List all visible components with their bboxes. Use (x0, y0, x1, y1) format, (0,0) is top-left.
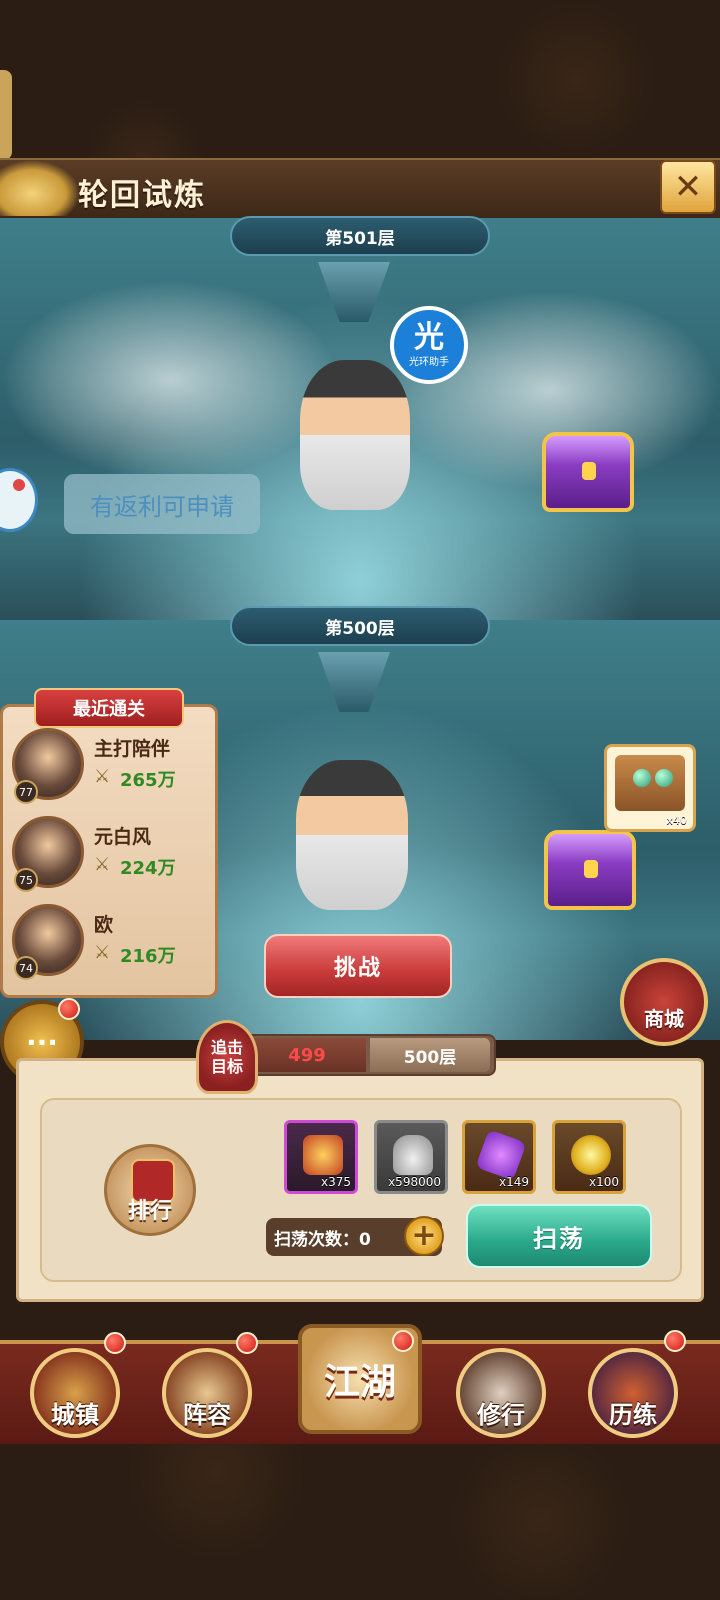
nav-trial-label: 历练 (609, 1401, 657, 1429)
crossed-swords-icon: ⚔ (94, 854, 111, 875)
challenge-button[interactable]: 挑战 (264, 934, 452, 998)
shop-button[interactable]: 商城 (620, 958, 708, 1046)
bead-icon (655, 769, 673, 787)
item-count: x375 (320, 1175, 351, 1189)
item-count: x598000 (388, 1175, 441, 1189)
enemy-500-character[interactable] (296, 760, 408, 910)
recent-player-row[interactable]: 77 主打陪伴 ⚔ 265万 (8, 722, 214, 806)
close-button[interactable]: ✕ (660, 160, 716, 214)
jade-beads-icon (615, 755, 685, 811)
item-count: x149 (498, 1175, 529, 1189)
reward-item-orb[interactable]: x100 (552, 1120, 626, 1194)
nav-practice[interactable]: 修行 (456, 1348, 546, 1438)
player-name: 元白风 (94, 826, 152, 848)
halo-glyph: 光 (414, 319, 444, 355)
player-level: 74 (14, 956, 38, 980)
nav-lineup-label: 阵容 (183, 1401, 231, 1429)
treasure-chest-501-icon[interactable] (542, 432, 634, 512)
player-power: 224万 (120, 858, 176, 879)
nav-trial[interactable]: 历练 (588, 1348, 678, 1438)
item-count: x100 (588, 1175, 619, 1189)
reward-count: x40 (666, 814, 687, 827)
player-power: 216万 (120, 946, 176, 967)
fog-left (0, 280, 340, 480)
nav-town[interactable]: 城镇 (30, 1348, 120, 1438)
notification-dot (392, 1330, 414, 1352)
rebate-tooltip[interactable]: 有返利可申请 (64, 474, 260, 534)
target-line2: 目标 (210, 1057, 243, 1076)
notification-dot (104, 1332, 126, 1354)
recent-player-row[interactable]: 75 元白风 ⚔ 224万 (8, 810, 214, 894)
ranking-label: 排行 (127, 1199, 172, 1224)
nav-jianghu-label: 江湖 (323, 1362, 396, 1403)
left-ornament (0, 70, 12, 160)
player-power: 265万 (120, 770, 176, 791)
notification-dot (236, 1332, 258, 1354)
ranking-button[interactable]: 排行 (104, 1144, 196, 1236)
bead-icon (633, 769, 651, 787)
target-line1: 追击 (210, 1038, 243, 1057)
player-name: 欧 (94, 914, 114, 936)
close-icon: ✕ (673, 167, 703, 207)
purple-crystal-icon (475, 1129, 527, 1181)
nav-practice-label: 修行 (477, 1401, 525, 1429)
target-floor: 500层 (370, 1038, 490, 1072)
treasure-chest-500-icon[interactable] (544, 830, 636, 910)
floor-500-banner: 第500层 (230, 606, 490, 646)
sweep-button[interactable]: 扫荡 (466, 1204, 652, 1268)
shop-label: 商城 (644, 1007, 684, 1031)
chase-target-badge[interactable]: 追击 目标 (196, 1020, 258, 1094)
player-level: 75 (14, 868, 38, 892)
token-icon (303, 1135, 343, 1175)
notification-dot (664, 1330, 686, 1352)
nav-lineup[interactable]: 阵容 (162, 1348, 252, 1438)
current-floor: 499 (248, 1038, 366, 1072)
reward-preview[interactable]: x40 (604, 744, 696, 832)
nav-town-label: 城镇 (51, 1401, 99, 1429)
cloud-ornament-icon (0, 160, 80, 216)
page-title: 轮回试炼 (78, 178, 206, 213)
chat-icon: ··· (26, 1025, 58, 1059)
enemy-501-character[interactable] (300, 360, 410, 510)
player-name: 主打陪伴 (94, 738, 171, 760)
recent-player-row[interactable]: 74 欧 ⚔ 216万 (8, 898, 214, 982)
crossed-swords-icon: ⚔ (94, 942, 111, 963)
reward-item-silver[interactable]: x598000 (374, 1120, 448, 1194)
crossed-swords-icon: ⚔ (94, 766, 111, 787)
player-level: 77 (14, 780, 38, 804)
floor-501-banner: 第501层 (230, 216, 490, 256)
gold-orb-icon (571, 1135, 611, 1175)
silver-ingot-icon (393, 1135, 433, 1175)
reward-item-crystal[interactable]: x149 (462, 1120, 536, 1194)
reward-item-token[interactable]: x375 (284, 1120, 358, 1194)
add-sweep-button[interactable]: + (404, 1216, 444, 1256)
halo-label: 光环助手 (409, 356, 449, 368)
notification-dot (58, 998, 80, 1020)
halo-assistant-icon[interactable]: 光光环助手 (390, 306, 468, 384)
